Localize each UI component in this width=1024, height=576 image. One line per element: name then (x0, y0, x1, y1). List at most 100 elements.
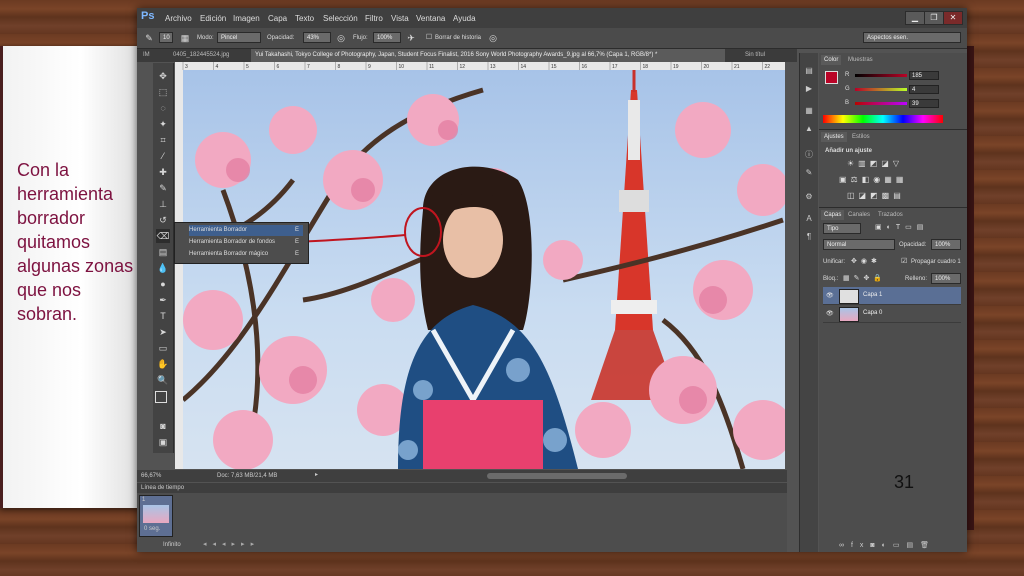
adjustment-icons-row-2[interactable]: ▣⚖◧◉▦▦ (839, 175, 907, 184)
actions-panel-icon[interactable]: ▶ (803, 83, 815, 95)
brush-tool-icon[interactable]: ✎ (156, 181, 170, 195)
screen-mode-icon[interactable]: ▣ (156, 435, 170, 449)
status-menu-arrow-icon[interactable]: ▸ (315, 471, 318, 478)
character-panel-icon[interactable]: A (803, 213, 815, 225)
brush-size-picker[interactable]: 10 (159, 32, 173, 43)
flyout-background-eraser[interactable]: Herramienta Borrador de fondos E (189, 237, 303, 248)
tab-swatches[interactable]: Muestras (845, 55, 876, 65)
dodge-tool-icon[interactable]: ● (156, 277, 170, 291)
adjustment-icons-row-3[interactable]: ◫◪◩▩▤ (847, 191, 905, 200)
rectangle-tool-icon[interactable]: ▭ (156, 341, 170, 355)
tablet-opacity-icon[interactable]: ◎ (335, 32, 347, 44)
eraser-tool-icon[interactable]: ⌫ (156, 229, 170, 243)
flujo-field[interactable]: 100% (373, 32, 401, 43)
blue-slider[interactable] (855, 102, 907, 105)
brush-panel-icon[interactable]: ▦ (179, 32, 191, 44)
tab-ajustes[interactable]: Ajustes (821, 132, 847, 142)
lasso-tool-icon[interactable]: ◌ (156, 101, 170, 115)
frame-delay[interactable]: 0 seg. (144, 526, 160, 532)
hand-tool-icon[interactable]: ✋ (156, 357, 170, 371)
info-panel-icon[interactable]: ⓘ (803, 149, 815, 161)
document-canvas[interactable] (183, 70, 785, 469)
lock-icons[interactable]: ▦✎✥🔒 (843, 274, 886, 282)
tab-color[interactable]: Color (821, 55, 842, 65)
menu-edicion[interactable]: Edición (200, 14, 226, 23)
tab-capas[interactable]: Capas (821, 210, 845, 220)
blue-value[interactable]: 39 (909, 99, 939, 108)
tablet-size-icon[interactable]: ◎ (487, 32, 499, 44)
timeline-title[interactable]: Línea de tiempo (141, 485, 184, 491)
adjustment-icons-row-1[interactable]: ☀▥◩◪▽ (847, 159, 903, 168)
color-spectrum-ramp[interactable] (823, 115, 943, 123)
horizontal-scrollbar[interactable] (487, 473, 627, 479)
eyedropper-tool-icon[interactable]: ⁄ (156, 149, 170, 163)
menu-ayuda[interactable]: Ayuda (453, 14, 476, 23)
path-selection-tool-icon[interactable]: ➤ (156, 325, 170, 339)
menu-vista[interactable]: Vista (391, 14, 409, 23)
layer-row-capa-0[interactable]: 👁 Capa 0 (823, 305, 961, 323)
zoom-level[interactable]: 66,67% (141, 473, 161, 479)
blend-mode-select[interactable]: Normal (823, 239, 895, 250)
layer-filter-icons[interactable]: ▣◐T▭▤ (875, 223, 928, 231)
menu-archivo[interactable]: Archivo (165, 14, 192, 23)
history-brush-tool-icon[interactable]: ↺ (156, 213, 170, 227)
menu-seleccion[interactable]: Selección (323, 14, 358, 23)
red-slider[interactable] (855, 74, 907, 77)
navigator-panel-icon[interactable]: ▦ (803, 105, 815, 117)
menu-filtro[interactable]: Filtro (365, 14, 383, 23)
paragraph-panel-icon[interactable]: ¶ (803, 231, 815, 243)
tab-estilos[interactable]: Estilos (849, 132, 873, 142)
history-checkbox[interactable]: ☐ (423, 32, 435, 44)
timeline-frame[interactable]: 1 0 seg. (139, 495, 173, 537)
layer-filter-select[interactable]: Tipo (823, 223, 861, 234)
histogram-panel-icon[interactable]: ▲ (803, 123, 815, 135)
layer-opacity-field[interactable]: 100% (931, 239, 961, 250)
tab-doc-2[interactable]: 0405_182445524.jpg (169, 49, 249, 62)
tab-canales[interactable]: Canales (845, 210, 873, 220)
menu-capa[interactable]: Capa (268, 14, 287, 23)
visibility-eye-icon[interactable]: 👁 (826, 292, 834, 299)
modo-select[interactable]: Pincel (217, 32, 261, 43)
move-tool-icon[interactable]: ✥ (156, 69, 170, 83)
menu-imagen[interactable]: Imagen (233, 14, 260, 23)
unify-icons[interactable]: ✥◉✱ (851, 257, 881, 265)
crop-tool-icon[interactable]: ⌗ (156, 133, 170, 147)
clone-source-panel-icon[interactable]: ⚙ (803, 191, 815, 203)
quick-mask-icon[interactable]: ◙ (156, 419, 170, 433)
zoom-tool-icon[interactable]: 🔍 (156, 373, 170, 387)
visibility-eye-icon[interactable]: 👁 (826, 310, 834, 317)
minimize-button[interactable]: ▁ (905, 11, 925, 25)
history-panel-icon[interactable]: ▤ (803, 65, 815, 77)
tab-doc-active[interactable]: Yui Takahashi, Tokyo College of Photogra… (251, 49, 725, 62)
close-button[interactable]: ✕ (943, 11, 963, 25)
flyout-eraser[interactable]: Herramienta Borrador E (189, 225, 303, 236)
stamp-tool-icon[interactable]: ⊥ (156, 197, 170, 211)
gradient-tool-icon[interactable]: ▤ (156, 245, 170, 259)
red-value[interactable]: 185 (909, 71, 939, 80)
green-value[interactable]: 4 (909, 85, 939, 94)
tab-doc-1[interactable]: IM (139, 49, 153, 62)
menu-texto[interactable]: Texto (295, 14, 314, 23)
pen-tool-icon[interactable]: ✒ (156, 293, 170, 307)
green-slider[interactable] (855, 88, 907, 91)
flyout-magic-eraser[interactable]: Herramienta Borrador mágico E (189, 249, 303, 260)
airbrush-icon[interactable]: ✈ (405, 32, 417, 44)
workspace-select[interactable]: Aspectos esen. (863, 32, 961, 43)
tab-trazados[interactable]: Trazados (875, 210, 906, 220)
restore-button[interactable]: ❐ (924, 11, 944, 25)
layers-footer-icons[interactable]: ∞fx◙◐▭▤🗑 (839, 541, 936, 549)
layer-row-capa-1[interactable]: 👁 Capa 1 (823, 287, 961, 305)
foreground-color-chip[interactable] (825, 71, 838, 84)
healing-tool-icon[interactable]: ✚ (156, 165, 170, 179)
loop-select[interactable]: Infinito (163, 542, 181, 548)
playback-controls-icon[interactable]: ◂◂◂▸▸▸ (203, 540, 260, 548)
magic-wand-tool-icon[interactable]: ✦ (156, 117, 170, 131)
opacidad-field[interactable]: 43% (303, 32, 331, 43)
fill-field[interactable]: 100% (931, 273, 961, 284)
propagate-checkbox[interactable]: ☑ (901, 257, 907, 265)
brush-presets-panel-icon[interactable]: ✎ (803, 167, 815, 179)
tab-doc-4[interactable]: Sin títul (741, 49, 777, 62)
eraser-tool-preset-icon[interactable]: ✎ (143, 32, 155, 44)
foreground-color-swatch[interactable] (155, 391, 167, 403)
type-tool-icon[interactable]: T (156, 309, 170, 323)
